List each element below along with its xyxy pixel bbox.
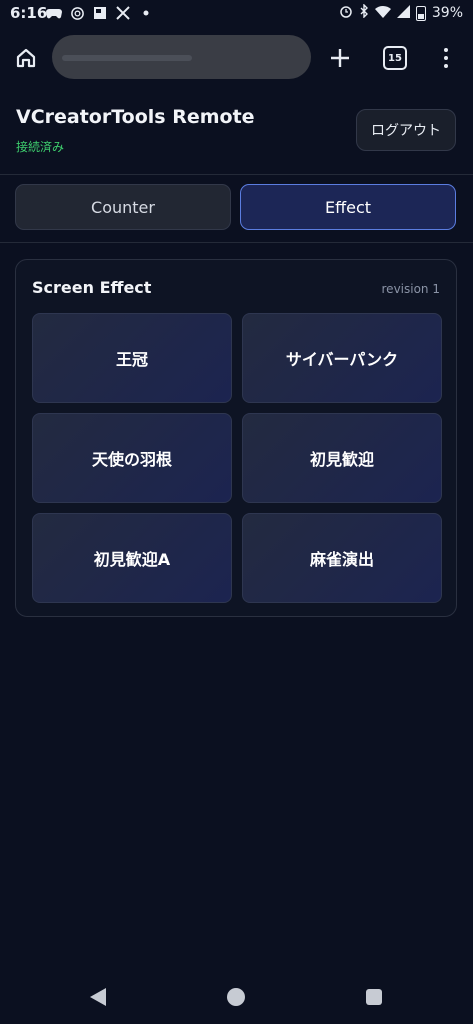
back-icon[interactable]: [90, 988, 106, 1006]
news-icon: [92, 5, 108, 21]
screen-effect-panel: Screen Effect revision 1 王冠 サイバーパンク 天使の羽…: [15, 259, 457, 617]
x-icon: [115, 5, 131, 21]
revision-label: revision 1: [381, 282, 440, 296]
plus-icon: [331, 49, 349, 67]
effect-button-cyberpunk[interactable]: サイバーパンク: [242, 313, 442, 403]
tab-effect[interactable]: Effect: [240, 184, 456, 230]
notification-icons: [46, 5, 154, 21]
wifi-icon: [374, 5, 391, 22]
new-tab-button[interactable]: [326, 44, 354, 72]
home-button[interactable]: [12, 44, 40, 72]
status-time: 6:16: [10, 4, 48, 22]
browser-menu-button[interactable]: [436, 44, 456, 72]
system-nav-bar: [0, 974, 473, 1024]
effect-button-mahjong[interactable]: 麻雀演出: [242, 513, 442, 603]
url-text-redacted: [62, 55, 192, 61]
home-circle-icon[interactable]: [227, 988, 245, 1006]
alarm-icon: [339, 4, 353, 22]
effect-button-welcome[interactable]: 初見歓迎: [242, 413, 442, 503]
recents-icon[interactable]: [366, 989, 382, 1005]
battery-percent: 39%: [431, 5, 463, 21]
effect-button-angel-wings[interactable]: 天使の羽根: [32, 413, 232, 503]
logout-button[interactable]: ログアウト: [356, 109, 456, 151]
effect-button-grid: 王冠 サイバーパンク 天使の羽根 初見歓迎 初見歓迎A 麻雀演出: [32, 313, 442, 603]
panel-title: Screen Effect: [32, 278, 152, 297]
home-icon: [16, 48, 36, 68]
browser-toolbar: 15: [0, 28, 473, 88]
url-bar[interactable]: [52, 35, 311, 79]
tab-switcher-button[interactable]: 15: [383, 46, 407, 70]
connection-status: 接続済み: [16, 140, 65, 154]
openai-icon: [69, 5, 85, 21]
effect-button-welcome-a[interactable]: 初見歓迎A: [32, 513, 232, 603]
dot-icon: [138, 5, 154, 21]
status-bar: 6:16 39%: [0, 0, 473, 28]
mode-tabs: Counter Effect: [0, 174, 473, 243]
app-header: VCreatorTools Remote 接続済み ログアウト: [0, 88, 473, 175]
effect-button-crown[interactable]: 王冠: [32, 313, 232, 403]
bluetooth-icon: [359, 3, 369, 22]
signal-icon: [396, 4, 410, 22]
system-icons: 39%: [339, 3, 463, 22]
tab-count: 15: [388, 52, 402, 64]
tab-counter[interactable]: Counter: [15, 184, 231, 230]
battery-icon: [415, 5, 426, 21]
game-controller-icon: [46, 5, 62, 21]
app-title: VCreatorTools Remote: [16, 106, 255, 128]
